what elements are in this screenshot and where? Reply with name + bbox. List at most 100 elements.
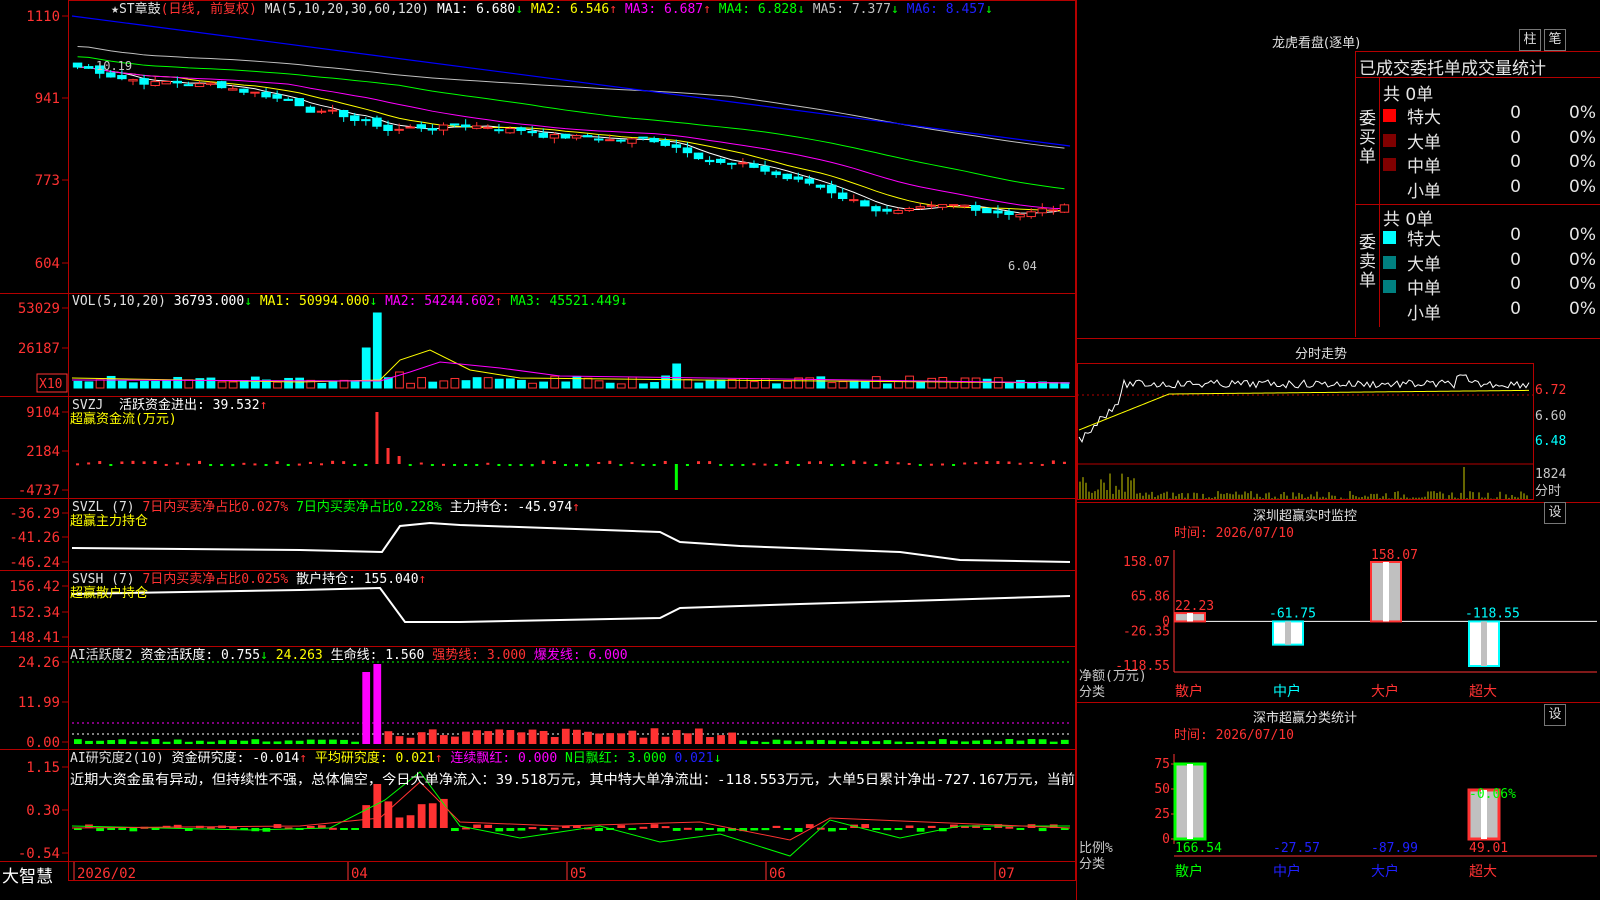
ai-active-axis-label: 0.00 [26,735,60,751]
fund-flow-bar [1062,461,1066,464]
activity-bar [728,732,737,744]
candle [361,119,371,122]
fund-flow-bar [430,464,434,466]
volume-bar [849,380,859,389]
research-bar [306,825,315,828]
activity-bar [717,735,725,744]
fund-flow-bar [674,464,678,490]
ma-line [77,45,1065,149]
candle [239,88,249,93]
buy-row-percent: 0% [1569,103,1596,123]
fund-flow-bar [375,412,379,464]
activity-bar [207,741,215,744]
sz-stats-time: 时间: 2026/07/10 [1174,728,1294,743]
research-bar [107,828,116,830]
volume-bar [616,383,626,389]
fund-flow-bar [863,461,867,464]
sz-monitor-axis-label: 158.07 [1123,555,1170,570]
volume-bar [749,381,759,389]
buy-row-count: 0 [1510,152,1521,172]
svzj-sub: 超赢资金流(万元) [70,411,177,427]
intraday-axis-label: 6.48 [1535,434,1566,449]
fund-flow-bar [297,463,301,466]
sz-monitor-category: 散户 [1175,683,1203,700]
research-bar [573,825,581,828]
fund-flow-bar [697,461,701,464]
volume-bar [84,381,94,389]
date-label: 04 [351,866,368,882]
volume-bar [627,376,637,389]
candle [882,208,892,212]
svzj-axis-label: 2184 [26,444,60,460]
buy-row-count: 0 [1510,176,1521,197]
sz-stats-chart: 时间: 2026/07/10 75 50 25 0 166.54 -27.57 -87.9… [1079,728,1597,880]
sz-stats-settings-button[interactable]: 设 [1544,704,1566,726]
fund-flow-bar [530,464,534,467]
fund-flow-bar [985,461,989,464]
fund-flow-bar [929,463,933,466]
activity-bar [994,741,1003,744]
candle [538,132,548,138]
activity-bar [118,739,127,744]
bar-mode-button[interactable]: 柱 [1519,29,1541,51]
research-bar [406,815,415,828]
candle [172,80,183,84]
svg-text:SVZJ 活跃资金进出: 39.532↑,: SVZJ 活跃资金进出: 39.532↑, [72,397,275,413]
activity-bar [794,741,803,744]
sz-monitor-settings-button[interactable]: 设 [1544,502,1566,524]
research-bar [983,828,992,830]
volume-bar [295,377,305,389]
candle [527,130,537,134]
candle [693,152,704,160]
candle [660,140,670,146]
activity-bar [140,741,149,744]
sz-monitor-value-label: 22.23 [1175,599,1214,614]
volume-bar [328,381,338,389]
volume-bar [539,381,548,389]
vol-value: 36793.000 [174,294,244,309]
volume-bar [461,380,471,389]
sell-row-count: 0 [1510,225,1521,245]
activity-bar [672,730,681,744]
chart-area[interactable]: 1110 941 773 604 53029 26187 9104 2184 -… [0,0,1076,900]
candle [671,144,682,148]
buy-color-swatch [1383,158,1396,171]
fund-flow-bar [441,463,445,466]
candle [793,176,804,180]
svsh-axis-label: 156.42 [9,579,60,595]
activity-bar [783,740,792,744]
activity-bar [262,741,271,744]
sz-stats-ylabel: 比例% [1079,841,1113,856]
fund-flow-bar [619,464,623,466]
candle [205,82,216,85]
candle [937,204,948,208]
volume-bar [982,378,992,389]
research-bar [506,828,515,831]
research-bar [905,825,914,828]
activity-bar [107,740,116,744]
research-bar [539,828,548,831]
fund-flow-bar [918,464,922,466]
buy-total: 共 0单 [1383,85,1434,105]
low-price-label: 6.04 [1008,259,1037,273]
intraday-avg-line [1078,389,1530,431]
candle [83,66,94,69]
fund-flow-bar [708,461,712,464]
volume-bar [871,376,881,389]
sz-monitor-category: 大户 [1371,683,1399,700]
activity-bar [706,737,714,744]
ma2-value: MA2: 6.546 [531,2,609,17]
intraday-chart[interactable]: 6.72 6.60 6.48 1824 分时 [1077,360,1600,502]
sz-monitor-bar [1370,561,1402,623]
volume-bar [827,382,837,389]
candle [394,128,404,131]
svzl-label: SVZL (7) [72,500,135,515]
volume-bar [716,379,726,389]
volume-bar [372,312,382,389]
research-bar [783,828,792,830]
activity-bar [1005,739,1014,744]
sell-row-percent: 0% [1569,274,1596,294]
sell-row-name: 特大 [1407,230,1441,250]
tick-mode-button[interactable]: 笔 [1544,29,1566,51]
volume-bar [1004,382,1014,389]
